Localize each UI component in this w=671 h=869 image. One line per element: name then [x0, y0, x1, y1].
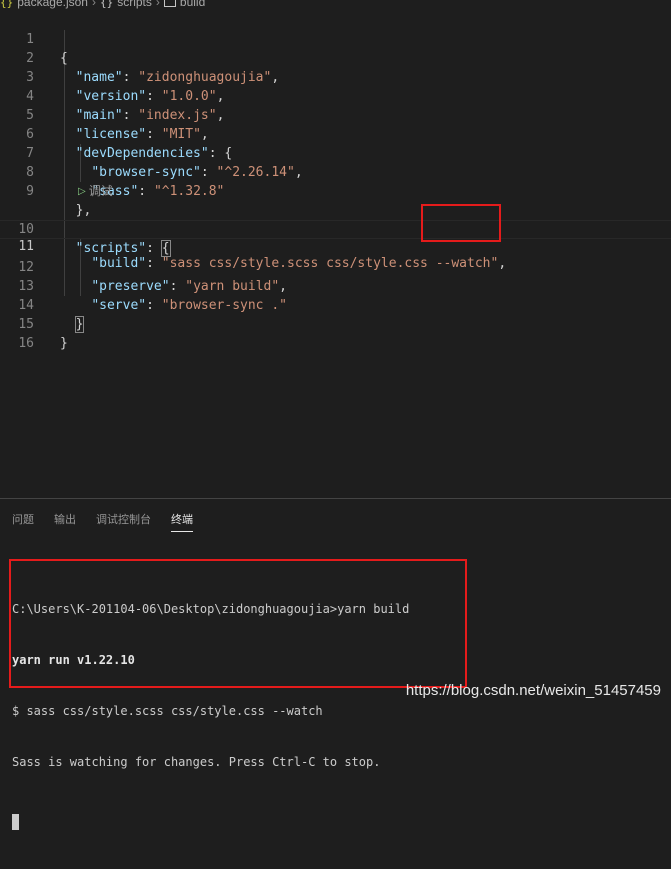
object-braces-icon: {}: [99, 0, 114, 9]
code-editor[interactable]: 1 { 2 "name": "zidonghuagoujia", 3 "vers…: [0, 11, 671, 351]
annotation-box-watch-flag: [421, 204, 501, 242]
breadcrumb-section-label: scripts: [117, 0, 152, 9]
terminal-cursor: [12, 814, 19, 830]
breadcrumb-file[interactable]: {} package.json: [0, 0, 88, 9]
breadcrumb-item-label: build: [179, 0, 206, 9]
terminal-line: C:\Users\K-201104-06\Desktop\zidonghuago…: [12, 602, 410, 616]
json-braces-icon: {}: [0, 0, 14, 9]
terminal-line: Sass is watching for changes. Press Ctrl…: [12, 755, 381, 769]
line-number: 16: [18, 336, 34, 351]
breadcrumb-file-label: package.json: [17, 0, 88, 9]
breadcrumb-section[interactable]: {} scripts: [100, 0, 152, 9]
panel-tabs: 问题 输出 调试控制台 终端: [12, 511, 213, 532]
terminal-line: $ sass css/style.scss css/style.css --wa…: [12, 704, 323, 718]
tab-output[interactable]: 输出: [54, 511, 76, 532]
code-line: 10 "scripts": {: [0, 201, 671, 257]
breadcrumb-item[interactable]: build: [163, 0, 206, 9]
chevron-right-icon: ›: [155, 0, 160, 9]
chevron-right-icon: ›: [91, 0, 96, 9]
code-line-current: 11 "build": "sass css/style.scss css/sty…: [0, 220, 671, 271]
code-line: 9 },: [0, 163, 671, 218]
codelens-debug-label: 调试: [88, 184, 113, 198]
terminal-line: yarn run v1.22.10: [12, 653, 135, 667]
code-line: 8 "sass": "^1.32.8": [0, 144, 671, 199]
code-line: 4 "main": "index.js",: [0, 68, 671, 123]
tab-terminal[interactable]: 终端: [171, 511, 193, 532]
code-line: 13 "serve": "browser-sync .": [0, 258, 671, 313]
bottom-panel: 问题 输出 调试控制台 终端 C:\Users\K-201104-06\Desk…: [0, 498, 671, 830]
code-line: 16: [0, 315, 671, 351]
code-line: 14 }: [0, 277, 671, 333]
box-icon: [163, 0, 176, 7]
code-line: 12 "preserve": "yarn build",: [0, 239, 671, 294]
code-line: 15 }: [0, 296, 671, 351]
watermark: https://blog.csdn.net/weixin_51457459: [405, 682, 661, 699]
tab-debug-console[interactable]: 调试控制台: [96, 511, 151, 532]
code-line: 6 "devDependencies": {: [0, 106, 671, 161]
code-line: 5 "license": "MIT",: [0, 87, 671, 142]
code-line: 3 "version": "1.0.0",: [0, 49, 671, 104]
terminal-output[interactable]: C:\Users\K-201104-06\Desktop\zidonghuago…: [12, 567, 409, 869]
code-line: 2 "name": "zidonghuagoujia",: [0, 30, 671, 85]
tab-problems[interactable]: 问题: [12, 511, 34, 532]
code-line: 1 {: [0, 11, 671, 66]
code-line: 7 "browser-sync": "^2.26.14",: [0, 125, 671, 180]
breadcrumb: {} package.json › {} scripts › build: [0, 0, 671, 10]
codelens-debug[interactable]: ▷ 调试: [0, 182, 671, 201]
play-icon: ▷: [78, 186, 86, 197]
